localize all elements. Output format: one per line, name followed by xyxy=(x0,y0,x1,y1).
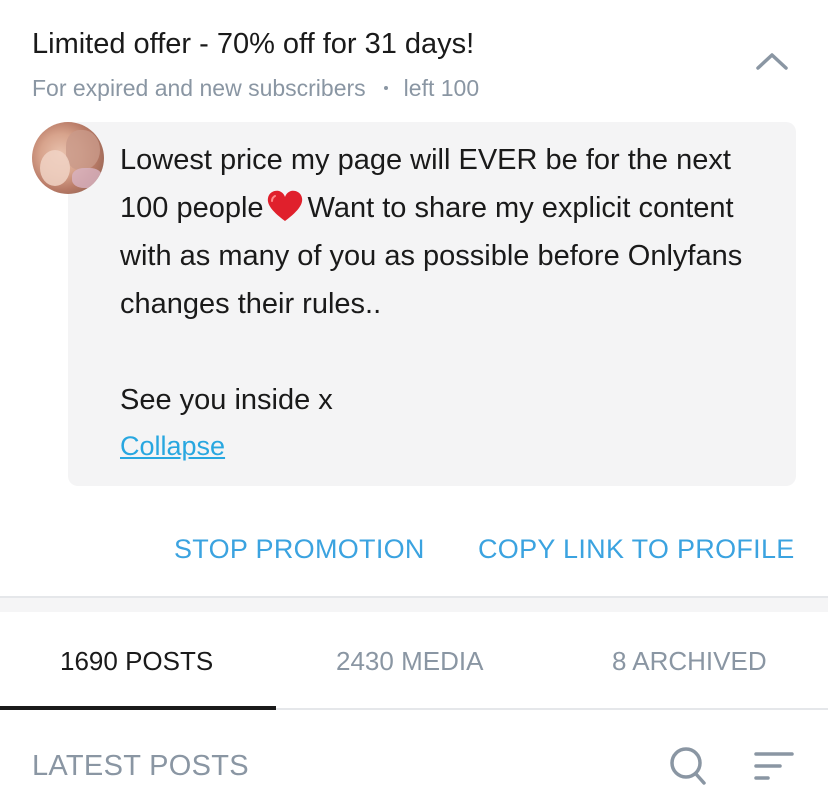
stop-promotion-button[interactable]: STOP PROMOTION xyxy=(174,532,425,566)
latest-posts-heading: LATEST POSTS xyxy=(32,750,249,782)
profile-tabs: 1690 POSTS 2430 MEDIA 8 ARCHIVED xyxy=(0,612,828,710)
promo-subtitle-row: For expired and new subscribers left 100 xyxy=(32,74,479,102)
promo-audience: For expired and new subscribers xyxy=(32,75,366,101)
promo-remaining: left 100 xyxy=(403,75,480,101)
chevron-up-icon[interactable] xyxy=(750,46,794,76)
separator-dot xyxy=(383,86,388,90)
tab-posts[interactable]: 1690 POSTS xyxy=(60,644,213,678)
collapse-link[interactable]: Collapse xyxy=(120,428,225,464)
promo-message-signoff: See you inside x xyxy=(120,384,333,416)
promo-title: Limited offer - 70% off for 31 days! xyxy=(32,28,475,60)
promotion-card: Limited offer - 70% off for 31 days! For… xyxy=(0,0,828,596)
avatar[interactable] xyxy=(32,122,104,194)
tab-media[interactable]: 2430 MEDIA xyxy=(336,644,483,678)
tab-archived[interactable]: 8 ARCHIVED xyxy=(612,644,767,678)
promo-message-paragraph: Lowest price my page will EVER be for th… xyxy=(120,136,780,328)
promo-message-box: Lowest price my page will EVER be for th… xyxy=(68,122,796,486)
copy-link-button[interactable]: COPY LINK TO PROFILE xyxy=(478,532,795,566)
promo-message: Lowest price my page will EVER be for th… xyxy=(120,136,780,424)
sort-icon[interactable] xyxy=(752,748,796,784)
search-icon[interactable] xyxy=(668,744,708,788)
section-divider xyxy=(0,596,828,612)
active-tab-indicator xyxy=(0,706,276,710)
heart-emoji-icon xyxy=(267,190,302,221)
